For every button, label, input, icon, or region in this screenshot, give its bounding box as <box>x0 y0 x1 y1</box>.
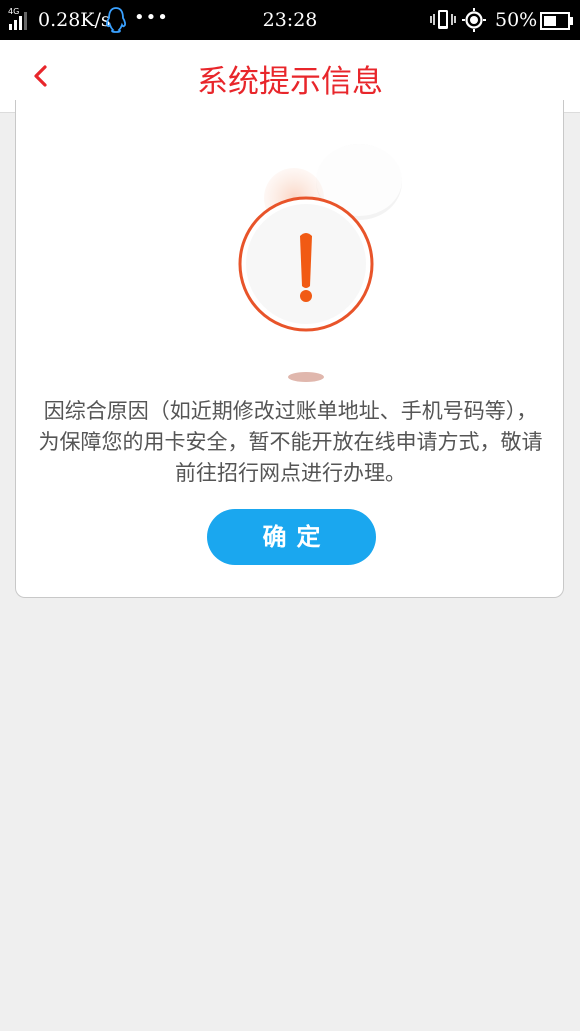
confirm-button[interactable]: 确定 <box>207 509 376 565</box>
dialog-message: 因综合原因（如近期修改过账单地址、手机号码等），为保障您的用卡安全，暂不能开放在… <box>38 399 543 485</box>
vibrate-icon <box>430 10 456 29</box>
status-bar: 4G 0.28K/s ••• 23:28 50% <box>0 0 580 40</box>
page-title: 系统提示信息 <box>197 64 383 100</box>
battery-percent: 50% <box>495 9 538 31</box>
dialog-card: 因综合原因（如近期修改过账单地址、手机号码等），为保障您的用卡安全，暂不能开放在… <box>15 100 564 598</box>
clock: 23:28 <box>262 9 318 31</box>
location-icon <box>462 8 486 32</box>
battery-icon <box>540 12 573 30</box>
warning-exclamation-icon <box>238 144 402 382</box>
